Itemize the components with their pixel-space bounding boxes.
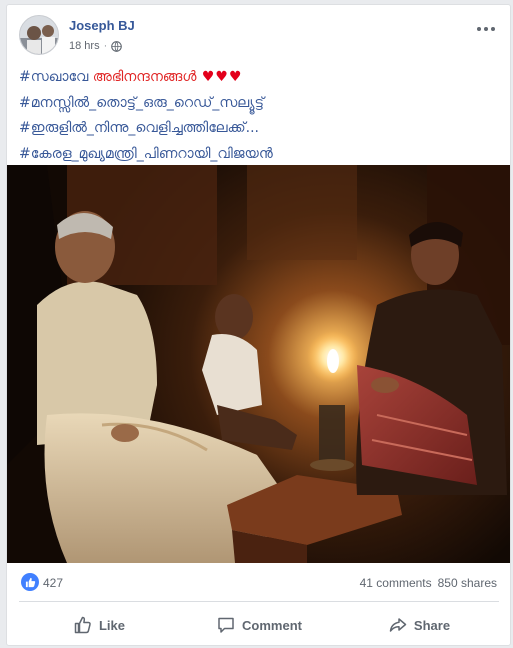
post-photo[interactable]: [7, 165, 510, 563]
like-button-label: Like: [98, 617, 125, 633]
globe-icon[interactable]: [111, 40, 123, 52]
share-arrow-icon: [389, 618, 407, 632]
share-button-label: Share: [413, 617, 451, 633]
post-card: Joseph BJ 18 hrs · #സഖാവേ അഭിനന്ദനങ്ങൾ ♥…: [6, 4, 511, 646]
thumbs-up-icon: [74, 616, 91, 634]
stats-divider: [19, 601, 499, 602]
hashtag-text: #സഖാവേ: [19, 69, 93, 85]
share-button[interactable]: Share: [339, 605, 499, 645]
post-timestamp[interactable]: 18 hrs: [69, 40, 100, 52]
more-dot-icon: [491, 27, 495, 31]
highlight-text: അഭിനന്ദനങ്ങൾ: [92, 69, 197, 85]
thumbs-up-icon: [25, 577, 35, 587]
hashtag-line[interactable]: #മനസ്സിൽ_തൊട്ട്_ഒരു_റെഡ്_സല്യൂട്ട്: [19, 91, 499, 117]
avatar-image: [20, 16, 58, 54]
more-options-button[interactable]: [475, 21, 497, 37]
hashtag-line[interactable]: #കേരള_മുഖ്യമന്ത്രി_പിണറായി_വിജയൻ: [19, 142, 499, 168]
post-stats: 427 41 comments 850 shares: [19, 573, 499, 593]
heart-emoji-icon: ♥♥♥: [196, 69, 243, 85]
comment-button-label: Comment: [242, 617, 302, 633]
more-dot-icon: [484, 27, 488, 31]
hashtag-line[interactable]: #സഖാവേ അഭിനന്ദനങ്ങൾ ♥♥♥: [19, 65, 499, 91]
comment-button[interactable]: Comment: [179, 605, 339, 645]
candlelit-room-photo: [7, 165, 510, 563]
more-dot-icon: [477, 27, 481, 31]
like-button[interactable]: Like: [19, 605, 179, 645]
engagement-counts: 41 comments 850 shares: [360, 576, 497, 590]
post-header: Joseph BJ 18 hrs ·: [19, 15, 499, 59]
comments-count[interactable]: 41 comments: [360, 576, 432, 590]
like-count[interactable]: 427: [43, 576, 63, 590]
author-name[interactable]: Joseph BJ: [69, 18, 135, 33]
post-actions: Like Comment Share: [19, 605, 499, 645]
like-reaction-icon[interactable]: [21, 573, 39, 591]
shares-count[interactable]: 850 shares: [438, 576, 497, 590]
avatar[interactable]: [19, 15, 59, 55]
comment-icon: [218, 617, 234, 633]
post-text: #സഖാവേ അഭിനന്ദനങ്ങൾ ♥♥♥ #മനസ്സിൽ_തൊട്ട്_…: [19, 65, 499, 167]
meta-separator: ·: [103, 40, 108, 52]
hashtag-line[interactable]: #ഇരുളിൽ_നിന്നു_വെളിച്ചത്തിലേക്ക്...: [19, 116, 499, 142]
post-meta: 18 hrs ·: [69, 40, 123, 52]
